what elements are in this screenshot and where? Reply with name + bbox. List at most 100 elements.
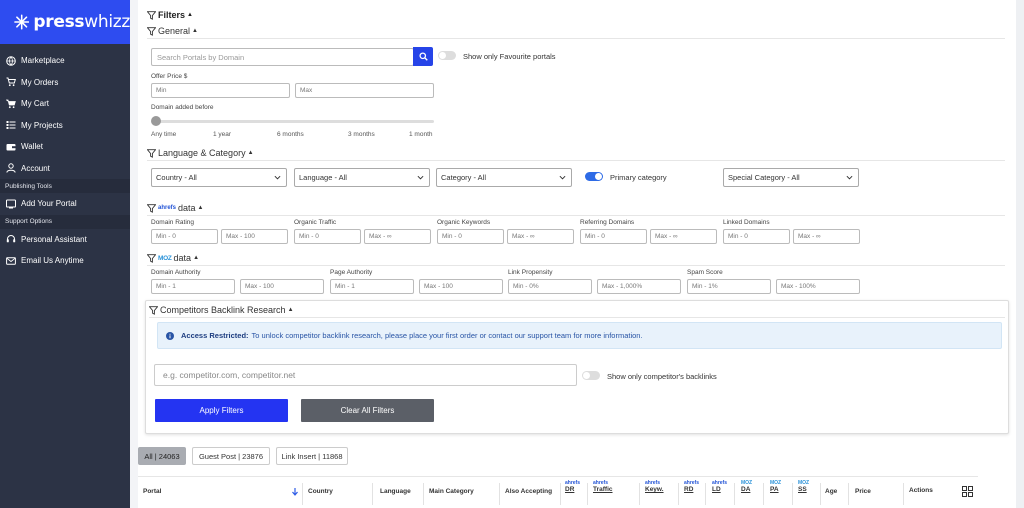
pa-min-input[interactable]: Min - 1	[330, 279, 414, 294]
column-age[interactable]: Age	[825, 488, 837, 495]
column-country[interactable]: Country	[308, 488, 333, 495]
lp-max-input[interactable]: Max - 1,000%	[597, 279, 681, 294]
language-category-toggle[interactable]: Language & Category ▲	[147, 148, 254, 158]
language-select[interactable]: Language - All	[294, 168, 430, 187]
favourite-toggle[interactable]	[438, 51, 456, 60]
funnel-icon	[147, 253, 156, 263]
column-traffic[interactable]: ahrefs Traffic	[593, 481, 613, 494]
grid-view-icon[interactable]	[962, 486, 973, 497]
sidebar-item-account[interactable]: Account	[0, 158, 130, 180]
price-max-input[interactable]: Max	[295, 83, 434, 98]
sidebar-item-label: Account	[21, 163, 50, 173]
slider-tick: 3 months	[348, 131, 375, 138]
chevron-down-icon	[846, 175, 853, 180]
sidebar-item-my-cart[interactable]: My Cart	[0, 93, 130, 115]
sidebar-item-label: Marketplace	[21, 56, 65, 66]
rd-max-input[interactable]: Max - ∞	[650, 229, 717, 244]
ld-max-input[interactable]: Max - ∞	[793, 229, 860, 244]
favourite-label: Show only Favourite portals	[463, 52, 556, 61]
divider	[147, 38, 1005, 39]
apply-filters-button[interactable]: Apply Filters	[155, 399, 288, 422]
spam-score-label: Spam Score	[687, 269, 723, 276]
headset-icon	[6, 235, 16, 243]
ss-min-input[interactable]: Min - 1%	[687, 279, 771, 294]
search-button[interactable]	[413, 47, 433, 66]
filters-toggle[interactable]: Filters ▲	[147, 10, 193, 20]
column-keywords[interactable]: ahrefs Keyw.	[645, 481, 664, 494]
traffic-max-input[interactable]: Max - ∞	[364, 229, 431, 244]
da-min-input[interactable]: Min - 1	[151, 279, 235, 294]
column-rd[interactable]: ahrefs RD	[684, 481, 699, 494]
country-select[interactable]: Country - All	[151, 168, 287, 187]
portal-icon	[6, 199, 16, 209]
keywords-max-input[interactable]: Max - ∞	[507, 229, 574, 244]
column-separator	[639, 483, 640, 505]
column-actions: Actions	[909, 487, 933, 494]
column-ld[interactable]: ahrefs LD	[712, 481, 727, 494]
sort-arrow-icon[interactable]	[292, 488, 298, 496]
column-pa[interactable]: MOZ PA	[770, 481, 781, 494]
chevron-down-icon	[417, 175, 424, 180]
tab-all[interactable]: All | 24063	[138, 447, 186, 465]
portal-search-input[interactable]: Search Portals by Domain	[151, 48, 414, 66]
column-separator	[734, 483, 735, 505]
access-restricted-alert: Access Restricted: To unlock competitor …	[157, 322, 1002, 349]
organic-traffic-label: Organic Traffic	[294, 219, 337, 226]
domain-age-slider-handle[interactable]	[151, 116, 161, 126]
tab-link-insert[interactable]: Link Insert | 11868	[276, 447, 348, 465]
da-max-input[interactable]: Max - 100	[240, 279, 324, 294]
column-separator	[302, 483, 303, 505]
general-title: General	[158, 26, 191, 36]
sidebar-item-email-us[interactable]: Email Us Anytime	[0, 250, 130, 272]
column-language[interactable]: Language	[380, 488, 411, 495]
sidebar-item-my-orders[interactable]: My Orders	[0, 72, 130, 94]
primary-category-toggle[interactable]	[585, 172, 603, 181]
page-scrollbar[interactable]	[1016, 0, 1024, 508]
price-min-input[interactable]: Min	[151, 83, 290, 98]
sidebar-item-personal-assistant[interactable]: Personal Assistant	[0, 229, 130, 251]
category-select[interactable]: Category - All	[436, 168, 572, 187]
pa-max-input[interactable]: Max - 100	[419, 279, 503, 294]
filters-title: Filters	[158, 10, 186, 20]
keywords-min-input[interactable]: Min - 0	[437, 229, 504, 244]
sidebar-item-wallet[interactable]: Wallet	[0, 136, 130, 158]
competitor-backlinks-toggle[interactable]	[582, 371, 600, 380]
moz-section-toggle[interactable]: MOZ data ▲	[147, 253, 199, 263]
sidebar-item-marketplace[interactable]: Marketplace	[0, 50, 130, 72]
sidebar-item-label: Personal Assistant	[21, 234, 87, 244]
column-portal[interactable]: Portal	[143, 488, 161, 495]
tab-guest-post[interactable]: Guest Post | 23876	[192, 447, 270, 465]
ld-min-input[interactable]: Min - 0	[723, 229, 790, 244]
column-ss[interactable]: MOZ SS	[798, 481, 809, 494]
dr-min-input[interactable]: Min - 0	[151, 229, 218, 244]
ahrefs-section-toggle[interactable]: ahrefs data ▲	[147, 203, 204, 213]
primary-category-label: Primary category	[610, 173, 667, 182]
column-main-category[interactable]: Main Category	[429, 488, 474, 495]
special-category-select[interactable]: Special Category - All	[723, 168, 859, 187]
column-price[interactable]: Price	[855, 488, 871, 495]
sidebar-item-label: Add Your Portal	[21, 199, 77, 209]
clear-filters-button[interactable]: Clear All Filters	[301, 399, 434, 422]
domain-added-label: Domain added before	[151, 104, 214, 111]
caret-up-icon: ▲	[287, 307, 294, 313]
general-section-toggle[interactable]: General ▲	[147, 26, 198, 36]
dr-max-input[interactable]: Max - 100	[221, 229, 288, 244]
rd-min-input[interactable]: Min - 0	[580, 229, 647, 244]
column-dr[interactable]: ahrefs DR	[565, 481, 580, 494]
logo[interactable]: presswhizz	[0, 0, 130, 44]
column-separator	[848, 483, 849, 505]
domain-age-slider[interactable]	[156, 120, 434, 123]
slider-tick: 1 year	[213, 131, 232, 138]
column-also-accepting[interactable]: Also Accepting	[505, 488, 552, 495]
traffic-min-input[interactable]: Min - 0	[294, 229, 361, 244]
lp-min-input[interactable]: Min - 0%	[508, 279, 592, 294]
column-da[interactable]: MOZ DA	[741, 481, 752, 494]
ahrefs-logo: ahrefs	[158, 205, 177, 211]
competitors-panel: Competitors Backlink Research ▲ Access R…	[145, 300, 1009, 434]
competitors-section-toggle[interactable]: Competitors Backlink Research ▲	[149, 305, 294, 315]
ss-max-input[interactable]: Max - 100%	[776, 279, 860, 294]
sidebar-item-add-portal[interactable]: Add Your Portal	[0, 193, 130, 215]
sidebar-item-my-projects[interactable]: My Projects	[0, 115, 130, 137]
cart-icon	[6, 77, 16, 87]
competitor-domains-input[interactable]: e.g. competitor.com, competitor.net	[154, 364, 577, 386]
